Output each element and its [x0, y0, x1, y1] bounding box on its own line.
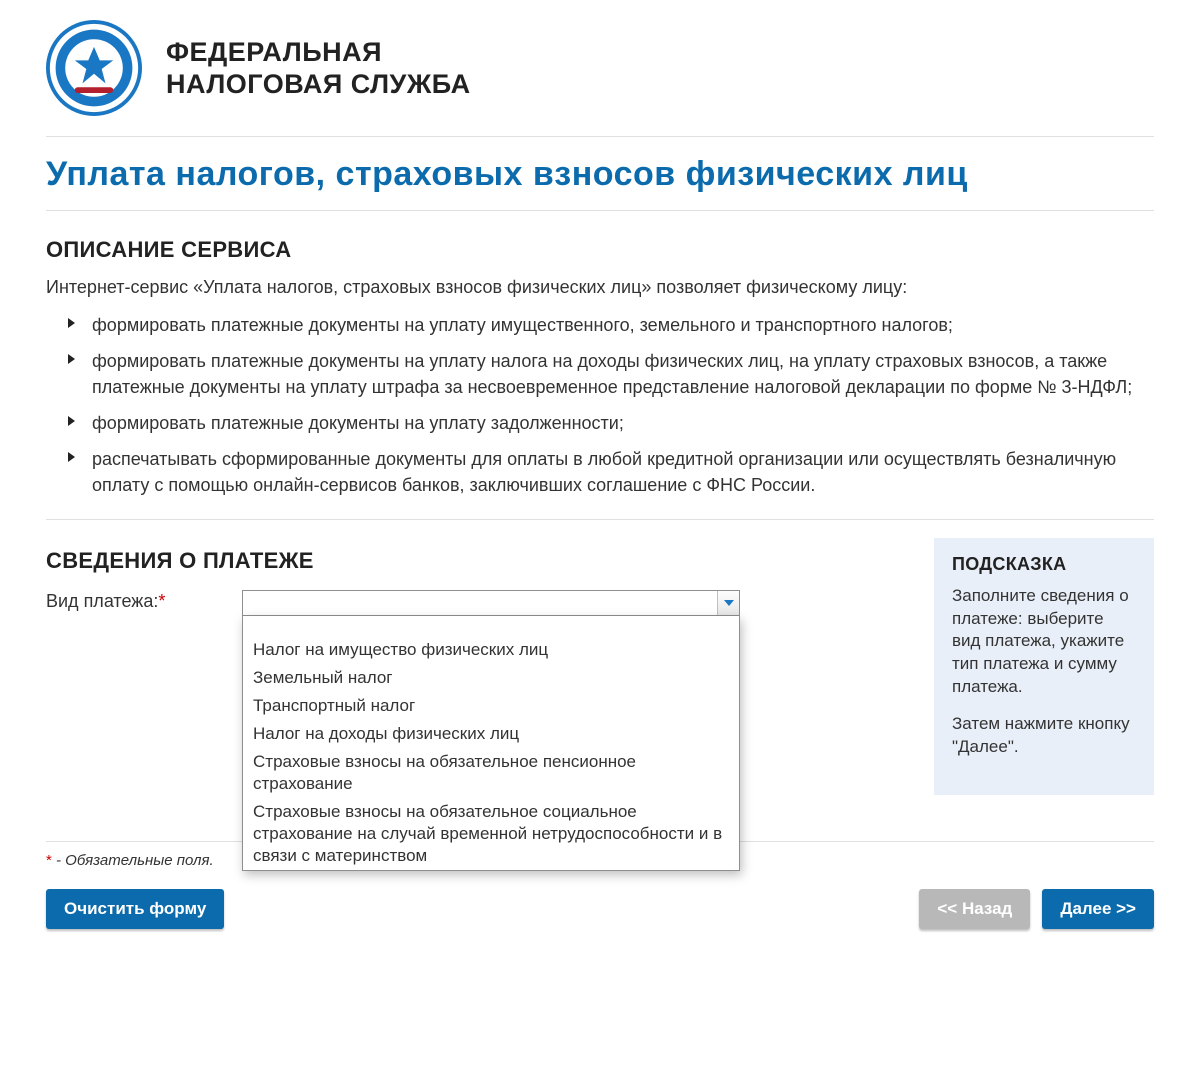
- button-bar: Очистить форму << Назад Далее >>: [46, 889, 1154, 929]
- description-list: формировать платежные документы на уплат…: [46, 312, 1154, 499]
- dropdown-option[interactable]: Транспортный налог: [243, 692, 739, 720]
- chevron-down-icon: [724, 600, 734, 606]
- payment-type-label: Вид платежа:*: [46, 590, 232, 612]
- dropdown-toggle[interactable]: [717, 591, 739, 615]
- hint-panel: ПОДСКАЗКА Заполните сведения о платеже: …: [934, 538, 1154, 796]
- back-button[interactable]: << Назад: [919, 889, 1030, 929]
- required-mark: *: [158, 591, 165, 611]
- hint-text-2: Затем нажмите кнопку "Далее".: [952, 713, 1136, 759]
- payment-type-input[interactable]: [243, 591, 717, 615]
- page-title: Уплата налогов, страховых взносов физиче…: [46, 137, 1154, 211]
- list-item: формировать платежные документы на уплат…: [76, 312, 1154, 338]
- next-button[interactable]: Далее >>: [1042, 889, 1154, 929]
- description-heading: ОПИСАНИЕ СЕРВИСА: [46, 237, 1154, 263]
- payment-type-combobox[interactable]: [242, 590, 740, 616]
- hint-text-1: Заполните сведения о платеже: выберите в…: [952, 585, 1136, 700]
- payment-heading: СВЕДЕНИЯ О ПЛАТЕЖЕ: [46, 548, 904, 574]
- list-item: формировать платежные документы на уплат…: [76, 410, 1154, 436]
- list-item: формировать платежные документы на уплат…: [76, 348, 1154, 400]
- dropdown-option[interactable]: Налог на имущество физических лиц: [243, 636, 739, 664]
- dropdown-option[interactable]: Страховые взносы на обязательное пенсион…: [243, 748, 739, 798]
- payment-type-row: Вид платежа:* Налог на имущество физичес…: [46, 590, 904, 616]
- dropdown-option[interactable]: Земельный налог: [243, 664, 739, 692]
- fns-logo: [46, 20, 142, 116]
- description-intro: Интернет-сервис «Уплата налогов, страхов…: [46, 277, 1154, 298]
- org-title-line2: НАЛОГОВАЯ СЛУЖБА: [166, 68, 471, 100]
- dropdown-option[interactable]: Страховые взносы на обязательное социаль…: [243, 798, 739, 870]
- page-header: ФЕДЕРАЛЬНАЯ НАЛОГОВАЯ СЛУЖБА: [46, 20, 1154, 137]
- payment-type-dropdown: Налог на имущество физических лиц Земель…: [242, 616, 740, 872]
- org-title: ФЕДЕРАЛЬНАЯ НАЛОГОВАЯ СЛУЖБА: [166, 36, 471, 101]
- list-item: распечатывать сформированные документы д…: [76, 446, 1154, 498]
- dropdown-option[interactable]: Налог на доходы физических лиц: [243, 720, 739, 748]
- org-title-line1: ФЕДЕРАЛЬНАЯ: [166, 36, 471, 68]
- clear-form-button[interactable]: Очистить форму: [46, 889, 224, 929]
- hint-title: ПОДСКАЗКА: [952, 554, 1136, 575]
